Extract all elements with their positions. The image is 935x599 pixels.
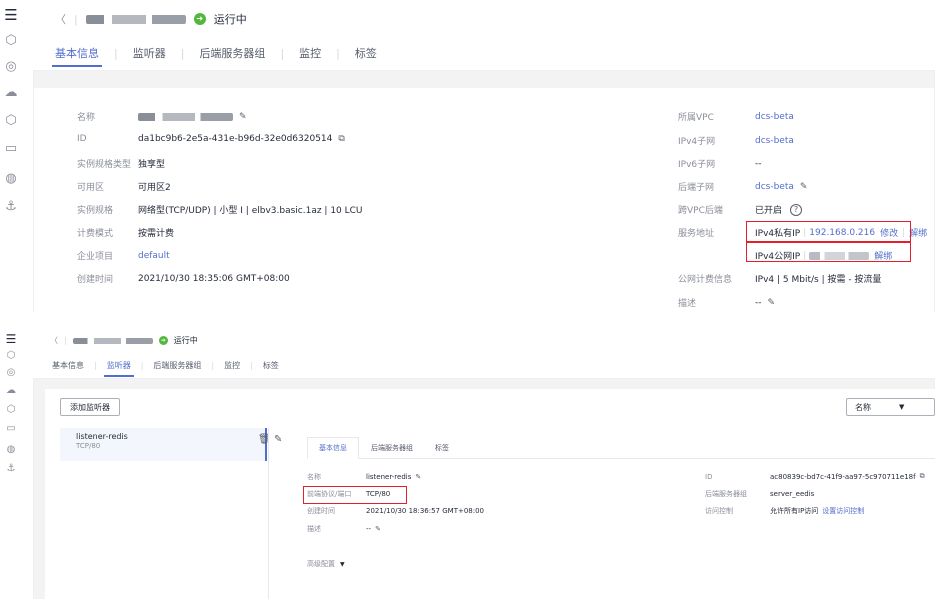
subtab-tags[interactable]: 标签 <box>435 437 449 459</box>
name-value-masked <box>138 112 233 121</box>
edit-pencil-icon[interactable]: ✎ <box>274 434 282 445</box>
cloud-icon[interactable]: ☁ <box>0 86 22 114</box>
field-backend-group: 后端服务器组 server_eedis <box>705 490 815 498</box>
cloud-storage-icon[interactable]: ◍ <box>0 172 22 200</box>
field-enterprise-project: 企业项目 default <box>77 250 170 263</box>
field-az: 可用区 可用区2 <box>77 183 171 193</box>
edit-pencil-icon[interactable]: ✎ <box>768 298 776 308</box>
edit-pencil-icon[interactable]: ✎ <box>800 182 808 192</box>
database-icon[interactable]: ◎ <box>0 368 22 386</box>
tab-backend-groups[interactable]: 后端服务器组 <box>153 360 201 371</box>
left-nav-rail-top: ☰ ⬡ ◎ ☁ ⬡ ▭ ◍ ⚓ <box>0 8 22 226</box>
ipv4-subnet-link[interactable]: dcs-beta <box>755 136 794 146</box>
tab-listeners[interactable]: 监听器 <box>103 360 134 377</box>
anchor-icon[interactable]: ⚓ <box>0 464 22 483</box>
status-text: 运行中 <box>213 13 247 26</box>
tab-monitoring[interactable]: 监控 <box>224 360 240 371</box>
hexagon-outline-icon[interactable]: ⬡ <box>0 114 22 142</box>
field-listener-name: 名称 listener-redis ✎ <box>307 473 422 481</box>
anchor-icon[interactable]: ⚓ <box>0 200 22 226</box>
running-status-icon: ➔ <box>193 13 206 25</box>
listener-subtabs: 基本信息 后端服务器组 标签 <box>307 437 935 459</box>
field-backend-subnet: 后端子网 dcs-beta ✎ <box>678 181 808 194</box>
enterprise-project-link[interactable]: default <box>138 251 170 261</box>
field-cross-vpc: 跨VPC后端 已开启 ? <box>678 203 803 216</box>
help-icon[interactable]: ? <box>790 203 803 216</box>
advanced-config-toggle[interactable]: 高级配置 ▼ <box>307 559 345 569</box>
tab-basic-info[interactable]: 基本信息 <box>52 360 84 371</box>
edit-pencil-icon[interactable]: ✎ <box>239 112 247 122</box>
vpc-link[interactable]: dcs-beta <box>755 112 794 122</box>
field-listener-created: 创建时间 2021/10/30 18:36:57 GMT+08:00 <box>307 507 485 515</box>
field-listener-id: ID ac80839c-bd7c-41f9-aa97-5c970711e18f … <box>705 472 925 481</box>
chevron-down-icon: ▼ <box>899 403 905 411</box>
chevron-down-icon: ▼ <box>340 560 345 568</box>
hexagon-icon[interactable]: ⬡ <box>0 351 22 368</box>
field-ipv4-subnet: IPv4子网 dcs-beta <box>678 135 794 148</box>
backend-subnet-link[interactable]: dcs-beta <box>755 182 794 192</box>
field-spec-type: 实例规格类型 独享型 <box>77 160 166 170</box>
back-arrow-icon[interactable]: 〈 <box>50 335 58 346</box>
copy-icon[interactable]: ⧉ <box>920 472 925 481</box>
running-status-icon: ➔ <box>158 336 168 345</box>
hamburger-menu-icon[interactable]: ☰ <box>0 333 22 351</box>
tab-monitoring[interactable]: 监控 <box>299 45 321 61</box>
tab-basic-info[interactable]: 基本信息 <box>52 45 102 67</box>
tab-tags[interactable]: 标签 <box>263 360 279 371</box>
left-nav-rail-bottom: ☰ ⬡ ◎ ☁ ⬡ ▭ ◍ ⚓ <box>0 333 22 483</box>
instance-name-masked <box>85 14 186 24</box>
field-billing-info: 公网计费信息 IPv4 | 5 Mbit/s | 按需 - 按流量 <box>678 275 882 285</box>
cloud-storage-icon[interactable]: ◍ <box>0 445 22 464</box>
field-access-control: 访问控制 允许所有IP访问 设置访问控制 <box>705 506 865 516</box>
top-tab-bar: 基本信息 | 监听器 | 后端服务器组 | 监控 | 标签 <box>52 45 377 67</box>
tab-listeners[interactable]: 监听器 <box>133 45 166 61</box>
highlight-private-ip <box>746 221 911 242</box>
hexagon-outline-icon[interactable]: ⬡ <box>0 405 22 424</box>
unbind-private-link[interactable]: 解绑 <box>909 226 927 239</box>
bottom-title-bar: 〈 | ➔ 运行中 <box>50 335 198 346</box>
field-spec: 实例规格 网络型(TCP/UDP) | 小型 I | elbv3.basic.1… <box>77 206 363 216</box>
screenshot-root: ☰ ⬡ ◎ ☁ ⬡ ▭ ◍ ⚓ 〈 | ➔ 运行中 基本信息 | 监听器 | 后… <box>0 0 935 599</box>
database-icon[interactable]: ◎ <box>0 60 22 86</box>
monitor-icon[interactable]: ▭ <box>0 142 22 172</box>
edit-pencil-icon[interactable]: ✎ <box>375 525 381 533</box>
field-created: 创建时间 2021/10/30 18:35:06 GMT+08:00 <box>77 273 290 286</box>
tab-backend-groups[interactable]: 后端服务器组 <box>199 45 265 61</box>
tab-tags[interactable]: 标签 <box>355 45 377 61</box>
sort-select[interactable]: 名称 ▼ <box>846 398 935 416</box>
field-vpc: 所属VPC dcs-beta <box>678 111 794 124</box>
instance-name-masked <box>72 337 153 344</box>
status-text: 运行中 <box>173 336 198 345</box>
copy-icon[interactable]: ⧉ <box>338 134 344 144</box>
field-listener-desc: 描述 -- ✎ <box>307 525 381 533</box>
hexagon-icon[interactable]: ⬡ <box>0 34 22 60</box>
field-name: 名称 ✎ <box>77 111 247 124</box>
hamburger-menu-icon[interactable]: ☰ <box>0 8 22 34</box>
subtab-backend-groups[interactable]: 后端服务器组 <box>371 437 413 459</box>
field-id: ID da1bc9b6-2e5a-431e-b96d-32e0d6320514 … <box>77 134 345 144</box>
top-title-bar: 〈 | ➔ 运行中 <box>55 11 247 27</box>
highlight-frontend-proto <box>303 486 407 504</box>
bottom-tab-bar: 基本信息 | 监听器 | 后端服务器组 | 监控 | 标签 <box>52 360 279 377</box>
cloud-icon[interactable]: ☁ <box>0 386 22 405</box>
add-listener-button[interactable]: 添加监听器 <box>60 398 120 416</box>
title-separator: | <box>74 12 78 26</box>
back-arrow-icon[interactable]: 〈 <box>55 11 66 27</box>
field-billing-mode: 计费模式 按需计费 <box>77 229 175 239</box>
listener-list-item[interactable]: listener-redis TCP/80 🗑 ✎ <box>60 428 282 461</box>
monitor-icon[interactable]: ▭ <box>0 424 22 445</box>
edit-pencil-icon[interactable]: ✎ <box>415 473 421 481</box>
set-access-control-link[interactable]: 设置访问控制 <box>822 506 864 516</box>
highlight-public-ip <box>746 242 911 262</box>
field-description: 描述 -- ✎ <box>678 297 776 310</box>
subtab-basic-info[interactable]: 基本信息 <box>307 437 359 459</box>
field-ipv6-subnet: IPv6子网 -- <box>678 158 762 171</box>
list-divider <box>268 428 269 599</box>
